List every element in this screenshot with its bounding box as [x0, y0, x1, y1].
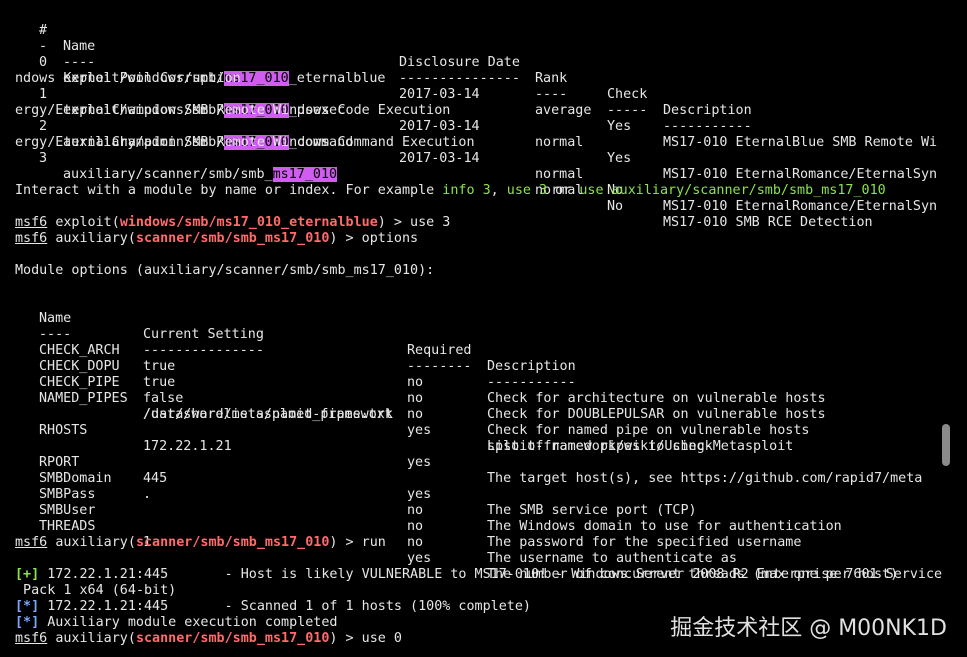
col-check-header: Check [607, 87, 648, 102]
table-row-wrap: ergy/EternalChampion SMB Remote Windows … [15, 103, 451, 118]
table-row-wrap: ergy/EternalChampion SMB Remote Windows … [15, 135, 475, 150]
info-tag: [*] [15, 599, 40, 614]
table-row: NAMED_PIPES /usr/share/metasploit-framew… [39, 391, 713, 454]
table-row: 3 auxiliary/scanner/smb/smb_ms17_010 nor… [39, 151, 873, 230]
interact-hint: Interact with a module by name or index.… [15, 183, 886, 198]
msf-prompt: msf6 [15, 535, 48, 550]
prompt-line: msf6 auxiliary(scanner/smb/smb_ms17_010)… [15, 231, 419, 246]
table-row: 0 exploit/windows/smb/ms17_010_eternalbl… [39, 55, 938, 150]
module-options-title: Module options (auxiliary/scanner/smb/sm… [15, 263, 435, 278]
table-row: THREADS 1 yes The number of concurrent t… [39, 519, 899, 582]
options-table-dashes: ---- --------------- -------- ----------… [39, 327, 576, 390]
col-rank-header: Rank [535, 71, 568, 86]
table-row: RPORT 445 yes The SMB service port (TCP) [39, 455, 697, 518]
prompt-line: msf6 exploit(windows/smb/ms17_010_eterna… [15, 215, 451, 230]
table-row: SMBUser no The username to authenticate … [39, 503, 737, 566]
options-table-header: Name Current Setting Required Descriptio… [39, 311, 576, 374]
module-name: auxiliary/scanner/smb/smb_ms17_010 [63, 167, 338, 182]
run-output-line: [+] 172.22.1.21:445 - Host is likely VUL… [15, 567, 943, 582]
run-output-line: [*] Auxiliary module execution completed [15, 615, 338, 630]
table-row: CHECK_DOPU true no Check for DOUBLEPULSA… [39, 359, 826, 422]
table-row: CHECK_PIPE false no Check for named pipe… [39, 375, 810, 438]
success-tag: [+] [15, 567, 40, 582]
msf-prompt: msf6 [15, 231, 48, 246]
msf-prompt: msf6 [15, 215, 48, 230]
table-row-wrap: ndows Kernel Pool Corruption [15, 71, 241, 86]
table-row: CHECK_ARCH true no Check for architectur… [39, 343, 826, 406]
search-table-header: # Name Disclosure Date Rank Check Descri… [0, 7, 752, 118]
table-row: 2 auxiliary/admin/smb/ms17_010_command 2… [39, 119, 938, 214]
search-table-dashes: - ---- --------------- ---- ----- ------… [39, 39, 752, 134]
prompt-line: msf6 auxiliary(scanner/smb/smb_ms17_010)… [15, 631, 402, 646]
terminal-window[interactable]: # Name Disclosure Date Rank Check Descri… [0, 0, 967, 657]
table-row: RHOSTS 172.22.1.21 yes The target host(s… [39, 423, 923, 486]
table-row: SMBDomain . no The Windows domain to use… [39, 471, 842, 534]
table-row: 1 exploit/windows/smb/ms17_010_psexec 20… [39, 87, 938, 182]
run-output-wrap: Pack 1 x64 (64-bit) [15, 583, 177, 598]
col-name-header: Name [63, 39, 96, 54]
watermark: 掘金技术社区 @ M00NK1D [670, 616, 947, 641]
col-date-header: Disclosure Date [399, 55, 520, 70]
col-description-header: Description [663, 103, 752, 118]
table-row-wrap: /data/wordlists/named_pipes.txt [143, 407, 393, 422]
scrollbar-thumb[interactable] [942, 424, 950, 466]
col-index-header: # [39, 23, 48, 38]
prompt-line: msf6 auxiliary(scanner/smb/smb_ms17_010)… [15, 535, 386, 550]
table-row: SMBPass no The password for the specifie… [39, 487, 802, 550]
msf-prompt: msf6 [15, 631, 48, 646]
run-output-line: [*] 172.22.1.21:445 - Scanned 1 of 1 hos… [15, 599, 531, 614]
info-tag: [*] [15, 615, 40, 630]
table-row-wrap: sploit-framework/wiki/Using-Metasploit [487, 439, 794, 454]
